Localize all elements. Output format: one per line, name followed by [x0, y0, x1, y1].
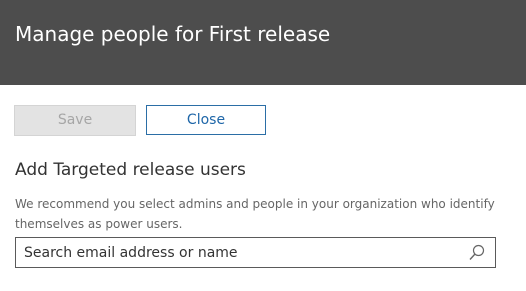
section-title: Add Targeted release users — [15, 160, 246, 180]
search-input[interactable] — [24, 238, 464, 267]
search-icon[interactable] — [468, 244, 486, 262]
panel-header: Manage people for First release — [0, 0, 526, 85]
manage-people-panel: Manage people for First release Save Clo… — [0, 0, 526, 291]
close-button[interactable]: Close — [146, 105, 266, 135]
section-description: We recommend you select admins and peopl… — [15, 197, 495, 231]
search-field[interactable] — [15, 237, 496, 268]
panel-title: Manage people for First release — [15, 22, 331, 46]
save-button[interactable]: Save — [14, 105, 136, 136]
